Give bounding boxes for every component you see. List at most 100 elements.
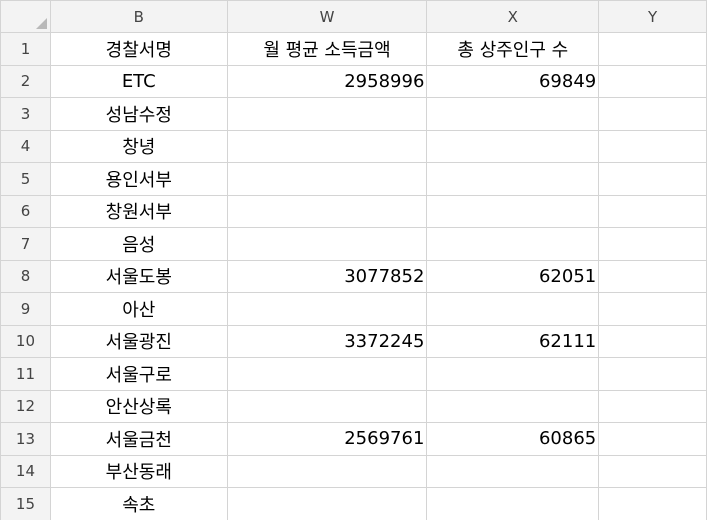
table-row: 3 성남수정 [0,97,707,131]
row-header[interactable]: 8 [0,259,51,293]
row-header[interactable]: 11 [0,357,51,391]
cell-b[interactable]: 성남수정 [49,97,228,131]
row-header[interactable]: 12 [0,389,51,423]
cell-b[interactable]: 서울광진 [49,324,228,358]
cell-x[interactable] [426,227,600,261]
select-all-triangle-icon [35,18,47,29]
cell-x[interactable] [426,97,600,131]
column-header-b[interactable]: B [49,0,228,33]
cell-b[interactable]: 창원서부 [49,194,228,228]
cell-b[interactable]: 안산상록 [49,389,228,423]
table-row: 6 창원서부 [0,194,707,228]
row-header[interactable]: 6 [0,194,51,228]
row-header[interactable]: 9 [0,292,51,326]
row-header[interactable]: 10 [0,324,51,358]
cell-y[interactable] [598,162,707,196]
row-header[interactable]: 2 [0,64,51,98]
table-row: 5 용인서부 [0,162,707,196]
table-row: 13 서울금천 2569761 60865 [0,422,707,456]
cell-y[interactable] [598,64,707,98]
table-row: 11 서울구로 [0,357,707,391]
cell-b[interactable]: 속초 [49,487,228,520]
cell-w[interactable] [226,389,428,423]
cell-b[interactable]: 용인서부 [49,162,228,196]
row-header[interactable]: 4 [0,129,51,163]
table-row: 2 ETC 2958996 69849 [0,64,707,98]
cell-w[interactable] [226,292,428,326]
cell-y[interactable] [598,259,707,293]
cell-b[interactable]: 창녕 [49,129,228,163]
column-header-row: B W X Y [0,0,707,33]
cell-w[interactable]: 2958996 [226,64,428,98]
cell-w[interactable]: 2569761 [226,422,428,456]
table-row: 7 음성 [0,227,707,261]
cell-y[interactable] [598,357,707,391]
cell-w[interactable] [226,97,428,131]
cell-x[interactable] [426,194,600,228]
cell-w[interactable] [226,454,428,488]
cell-y[interactable] [598,194,707,228]
table-row: 4 창녕 [0,129,707,163]
table-row: 12 안산상록 [0,389,707,423]
column-header-w[interactable]: W [226,0,428,33]
cell-w[interactable]: 3372245 [226,324,428,358]
cell-w[interactable] [226,357,428,391]
cell-x[interactable] [426,487,600,520]
cell-grid: B W X Y 1 경찰서명 월 평균 소득금액 총 상주인구 수 2 ETC 295899… [0,0,707,520]
cell-b[interactable]: 경찰서명 [49,32,228,66]
select-all-corner[interactable] [0,0,51,33]
cell-x[interactable] [426,389,600,423]
cell-y[interactable] [598,487,707,520]
cell-b[interactable]: 아산 [49,292,228,326]
row-header[interactable]: 14 [0,454,51,488]
cell-y[interactable] [598,32,707,66]
row-header[interactable]: 1 [0,32,51,66]
column-header-y[interactable]: Y [598,0,707,33]
cell-y[interactable] [598,422,707,456]
cell-w[interactable] [226,194,428,228]
cell-x[interactable] [426,162,600,196]
cell-x[interactable]: 62111 [426,324,600,358]
row-header[interactable]: 7 [0,227,51,261]
cell-x[interactable] [426,357,600,391]
row-header[interactable]: 5 [0,162,51,196]
cell-y[interactable] [598,292,707,326]
cell-x[interactable]: 총 상주인구 수 [426,32,600,66]
cell-w[interactable]: 월 평균 소득금액 [226,32,428,66]
table-row: 15 속초 [0,487,707,520]
cell-w[interactable] [226,162,428,196]
table-row: 8 서울도봉 3077852 62051 [0,259,707,293]
cell-w[interactable] [226,129,428,163]
table-row: 10 서울광진 3372245 62111 [0,324,707,358]
cell-x[interactable]: 60865 [426,422,600,456]
cell-w[interactable]: 3077852 [226,259,428,293]
cell-b[interactable]: 부산동래 [49,454,228,488]
cell-b[interactable]: 서울금천 [49,422,228,456]
row-header[interactable]: 13 [0,422,51,456]
table-row: 14 부산동래 [0,454,707,488]
cell-x[interactable] [426,129,600,163]
cell-b[interactable]: 음성 [49,227,228,261]
cell-b[interactable]: ETC [49,64,228,98]
cell-y[interactable] [598,97,707,131]
spreadsheet: B W X Y 1 경찰서명 월 평균 소득금액 총 상주인구 수 2 ETC 295899… [0,0,707,520]
cell-b[interactable]: 서울도봉 [49,259,228,293]
table-row: 9 아산 [0,292,707,326]
cell-y[interactable] [598,324,707,358]
cell-y[interactable] [598,389,707,423]
cell-x[interactable] [426,454,600,488]
grid-body: 1 경찰서명 월 평균 소득금액 총 상주인구 수 2 ETC 2958996 69849 3 성… [0,32,707,520]
cell-x[interactable]: 69849 [426,64,600,98]
row-header[interactable]: 3 [0,97,51,131]
cell-b[interactable]: 서울구로 [49,357,228,391]
cell-x[interactable]: 62051 [426,259,600,293]
cell-w[interactable] [226,487,428,520]
column-header-x[interactable]: X [426,0,600,33]
cell-y[interactable] [598,129,707,163]
cell-w[interactable] [226,227,428,261]
cell-x[interactable] [426,292,600,326]
cell-y[interactable] [598,454,707,488]
row-header[interactable]: 15 [0,487,51,520]
cell-y[interactable] [598,227,707,261]
table-row: 1 경찰서명 월 평균 소득금액 총 상주인구 수 [0,32,707,66]
